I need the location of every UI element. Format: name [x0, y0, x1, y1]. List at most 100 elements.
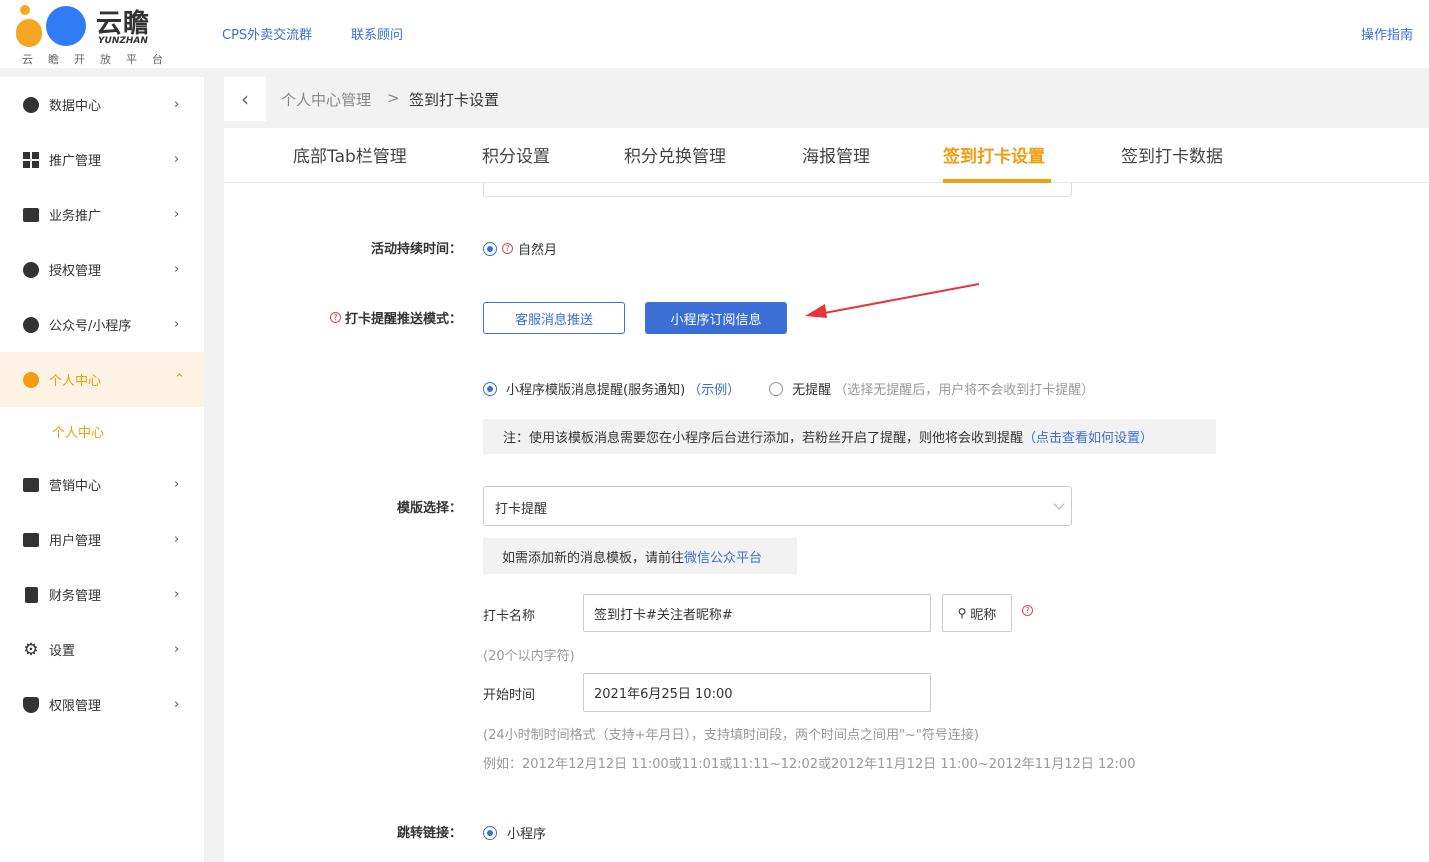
brand-name: 云瞻 — [96, 9, 151, 39]
chevron-down-icon — [1053, 498, 1065, 510]
sidebar-item-label: 权限管理 — [49, 699, 102, 714]
sidebar-item-business-promo[interactable]: 业务推广 › — [0, 187, 204, 242]
start-time-value: 2021年6月25日 10:00 — [594, 687, 733, 702]
help-icon[interactable]: ? — [329, 312, 341, 323]
wechat-icon — [22, 316, 40, 334]
user-card-icon — [22, 531, 40, 549]
no-reminder-hint: （选择无提醒后，用户将不会收到打卡提醒） — [834, 383, 1095, 398]
template-add-note-text: 如需添加新的消息模板，请前往 — [502, 550, 685, 566]
breadcrumb-separator: > — [387, 89, 400, 107]
breadcrumb-parent[interactable]: 个人中心管理 — [281, 89, 371, 110]
tab-checkin-settings[interactable]: 签到打卡设置 — [943, 142, 1045, 167]
mini-program-radio[interactable] — [483, 825, 497, 840]
tab-bottom-tab-management[interactable]: 底部Tab栏管理 — [293, 142, 407, 167]
sidebar-item-label: 财务管理 — [49, 589, 102, 604]
template-usage-note: 注：使用该模板消息需要您在小程序后台进行添加，若粉丝开启了提醒，则他将会收到提醒… — [483, 419, 1216, 454]
shield-icon — [22, 696, 40, 714]
sidebar-item-personal-center[interactable]: 个人中心 ⌃ — [0, 352, 204, 407]
chevron-right-icon: › — [174, 532, 180, 547]
chevron-right-icon: › — [174, 477, 180, 492]
scrolled-input-edge — [483, 183, 1072, 197]
template-add-note: 如需添加新的消息模板，请前往 微信公众平台 — [483, 538, 797, 574]
chevron-right-icon: › — [174, 262, 180, 277]
tab-poster-management[interactable]: 海报管理 — [802, 142, 870, 167]
start-time-input[interactable]: 2021年6月25日 10:00 — [583, 673, 931, 712]
sidebar-item-label: 授权管理 — [49, 264, 102, 279]
sidebar-item-label: 营销中心 — [49, 479, 102, 494]
template-select[interactable]: 打卡提醒 — [483, 486, 1072, 526]
sidebar-item-authorization[interactable]: 授权管理 › — [0, 242, 204, 297]
promotion-grid-icon — [22, 151, 40, 169]
duration-radio[interactable] — [483, 241, 497, 256]
sidebar-item-label: 业务推广 — [49, 209, 102, 224]
jump-link-value: 小程序 — [507, 827, 547, 842]
service-message-push-button[interactable]: 客服消息推送 — [483, 302, 625, 334]
chevron-right-icon: › — [174, 317, 180, 332]
jump-link-label: 跳转链接： — [396, 826, 462, 841]
chevron-right-icon: › — [174, 152, 180, 167]
jump-link-option[interactable]: 小程序 — [483, 823, 546, 842]
sidebar-item-finance[interactable]: 财务管理 › — [0, 567, 204, 622]
chevron-right-icon: › — [174, 97, 180, 112]
back-button[interactable]: ‹ — [224, 77, 266, 121]
checkin-name-label: 打卡名称 — [483, 609, 536, 624]
sidebar: 数据中心 › 推广管理 › 业务推广 › 授权管理 › 公众号/小程序 › 个人… — [0, 77, 204, 862]
template-label: 模版选择： — [396, 501, 462, 516]
start-time-label: 开始时间 — [483, 688, 536, 703]
top-header: 云瞻 YUNZHAN 云瞻开放平台 CPS外卖交流群 联系顾问 操作指南 — [0, 0, 1429, 68]
chevron-right-icon: › — [174, 587, 180, 602]
template-example-link[interactable]: （示例） — [688, 379, 740, 398]
push-mode-label: 打卡提醒推送模式： — [344, 312, 462, 327]
brand-subtitle: 云瞻开放平台 — [22, 53, 178, 66]
template-reminder-radio[interactable] — [483, 381, 497, 396]
user-icon: ⚲ — [957, 606, 967, 620]
sidebar-item-data-center[interactable]: 数据中心 › — [0, 77, 204, 132]
help-icon[interactable]: ? — [1022, 605, 1033, 616]
brand-logo[interactable]: 云瞻 YUNZHAN 云瞻开放平台 — [14, 3, 164, 66]
push-mode-label-row: ? 打卡提醒推送模式： — [321, 308, 462, 327]
wechat-platform-link[interactable]: 微信公众平台 — [684, 547, 762, 566]
sidebar-item-marketing[interactable]: 营销中心 › — [0, 457, 204, 512]
gift-icon — [22, 476, 40, 494]
duration-option[interactable]: ? 自然月 — [483, 239, 557, 258]
sidebar-item-label: 推广管理 — [49, 154, 102, 169]
tab-points-settings[interactable]: 积分设置 — [482, 142, 550, 167]
finance-icon — [22, 586, 40, 604]
nickname-button[interactable]: ⚲ 昵称 — [942, 594, 1012, 632]
chevron-left-icon: ‹ — [241, 87, 249, 111]
checkin-name-input[interactable]: 签到打卡#关注者昵称# — [583, 594, 931, 632]
chevron-up-icon: ⌃ — [174, 372, 185, 387]
nickname-button-label: 昵称 — [970, 607, 997, 623]
mini-program-subscribe-button[interactable]: 小程序订阅信息 — [645, 302, 787, 334]
cps-group-link[interactable]: CPS外卖交流群 — [222, 24, 312, 43]
breadcrumb: ‹ 个人中心管理 > 签到打卡设置 — [224, 77, 1429, 121]
duration-value: 自然月 — [518, 243, 558, 258]
reminder-options: 小程序模版消息提醒(服务通知) （示例） 无提醒 （选择无提醒后，用户将不会收到… — [483, 379, 1094, 398]
brand-name-en: YUNZHAN — [98, 36, 148, 46]
duration-label: 活动持续时间： — [370, 242, 462, 257]
contact-advisor-link[interactable]: 联系顾问 — [351, 24, 403, 43]
how-to-setup-link[interactable]: （点击查看如何设置） — [1023, 427, 1153, 446]
gear-icon: ⚙ — [23, 639, 39, 660]
chevron-right-icon: › — [174, 697, 180, 712]
sidebar-subitem-personal-center[interactable]: 个人中心 — [52, 422, 104, 441]
guide-link[interactable]: 操作指南 — [1361, 24, 1413, 43]
sidebar-item-label: 用户管理 — [49, 534, 102, 549]
sidebar-item-permissions[interactable]: 权限管理 › — [0, 677, 204, 732]
sidebar-item-label: 数据中心 — [49, 99, 102, 114]
main-panel: 底部Tab栏管理 积分设置 积分兑换管理 海报管理 签到打卡设置 签到打卡数据 … — [224, 128, 1429, 862]
sidebar-item-promotion[interactable]: 推广管理 › — [0, 132, 204, 187]
checkin-name-value: 签到打卡#关注者昵称# — [594, 607, 733, 623]
sidebar-item-settings[interactable]: ⚙ 设置 › — [0, 622, 204, 677]
tab-checkin-data[interactable]: 签到打卡数据 — [1121, 142, 1223, 167]
help-icon[interactable]: ? — [502, 243, 513, 254]
no-reminder-label: 无提醒 — [792, 383, 832, 398]
sidebar-item-wechat[interactable]: 公众号/小程序 › — [0, 297, 204, 352]
sidebar-item-users[interactable]: 用户管理 › — [0, 512, 204, 567]
time-example-hint: 例如：2012年12月12日 11:00或11:01或11:11~12:02或2… — [483, 757, 1136, 772]
sidebar-item-label: 设置 — [49, 644, 76, 659]
tab-points-exchange[interactable]: 积分兑换管理 — [624, 142, 726, 167]
checkin-name-hint: (20个以内字符) — [483, 649, 575, 664]
no-reminder-radio[interactable] — [769, 381, 784, 396]
megaphone-icon — [22, 206, 40, 224]
